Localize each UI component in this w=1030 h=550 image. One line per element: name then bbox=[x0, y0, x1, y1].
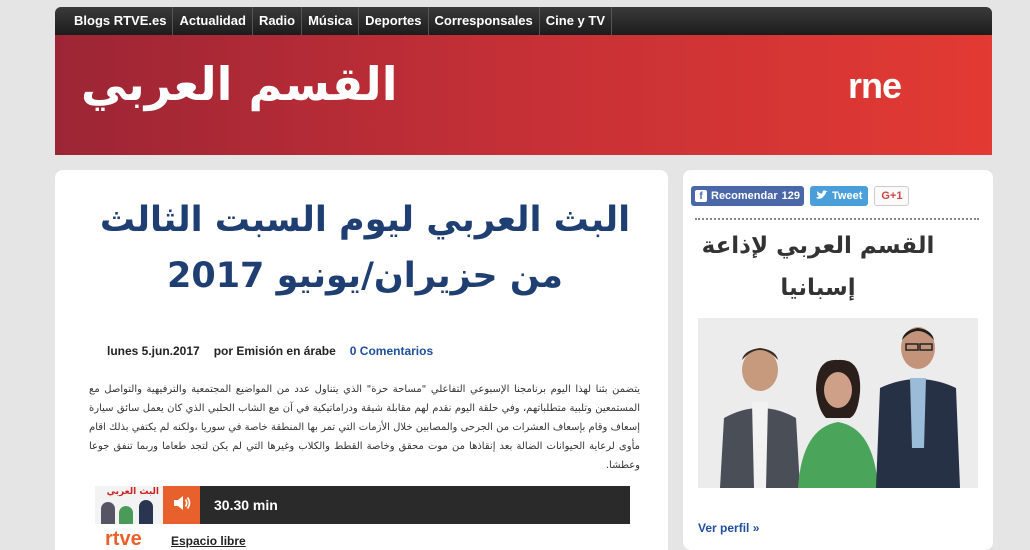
post-meta: lunes 5.jun.2017 por Emisión en árabe 0 … bbox=[107, 344, 433, 358]
view-profile-link[interactable]: Ver perfil » bbox=[698, 521, 759, 535]
nav-item-musica[interactable]: Música bbox=[302, 7, 360, 35]
thumbnail-person bbox=[101, 502, 115, 524]
facebook-count: 129 bbox=[781, 190, 800, 202]
blog-title[interactable]: القسم العربي bbox=[81, 57, 481, 111]
speaker-icon bbox=[172, 494, 192, 516]
google-plus-button[interactable]: G+1 bbox=[874, 186, 910, 206]
player-bar: 30.30 min bbox=[163, 486, 630, 524]
audio-duration: 30.30 min bbox=[214, 497, 278, 513]
nav-item-blogs[interactable]: Blogs RTVE.es bbox=[67, 7, 174, 35]
google-plus-label: G+1 bbox=[881, 190, 903, 202]
team-photo bbox=[698, 318, 978, 488]
nav-item-radio[interactable]: Radio bbox=[253, 7, 303, 35]
rtve-logo[interactable]: rtve bbox=[105, 528, 142, 550]
social-share-buttons: f Recomendar 129 Tweet G+1 bbox=[691, 186, 910, 206]
thumbnail-person bbox=[119, 506, 133, 524]
nav-item-corresponsales[interactable]: Corresponsales bbox=[429, 7, 540, 35]
post-author: por Emisión en árabe bbox=[213, 344, 336, 358]
tweet-label: Tweet bbox=[832, 190, 863, 202]
blog-banner[interactable]: القسم العربي rne bbox=[55, 35, 992, 155]
top-navigation: Blogs RTVE.es Actualidad Radio Música De… bbox=[55, 7, 992, 35]
play-button[interactable] bbox=[163, 486, 200, 524]
facebook-recommend-button[interactable]: f Recomendar 129 bbox=[691, 186, 804, 206]
nav-item-deportes[interactable]: Deportes bbox=[359, 7, 429, 35]
post-date: lunes 5.jun.2017 bbox=[107, 344, 200, 358]
thumbnail-label: البث العربي bbox=[106, 487, 159, 497]
nav-item-actualidad[interactable]: Actualidad bbox=[173, 7, 253, 35]
tweet-button[interactable]: Tweet bbox=[810, 186, 869, 206]
rne-logo[interactable]: rne bbox=[848, 65, 902, 107]
sidebar-divider bbox=[695, 218, 979, 220]
twitter-icon bbox=[816, 189, 828, 203]
nav-item-cine-tv[interactable]: Cine y TV bbox=[540, 7, 613, 35]
sidebar-title: القسم العربي لإذاعة إسبانيا bbox=[701, 233, 935, 301]
thumbnail-person bbox=[139, 500, 153, 524]
comments-link[interactable]: 0 Comentarios bbox=[350, 344, 433, 358]
team-photo-illustration bbox=[698, 318, 978, 488]
program-link[interactable]: Espacio libre bbox=[171, 534, 246, 548]
post-excerpt: يتضمن بثنا لهذا اليوم برنامجنا الإسبوعي … bbox=[89, 384, 640, 471]
facebook-label: Recomendar bbox=[711, 190, 778, 202]
sidebar: f Recomendar 129 Tweet G+1 القسم العربي … bbox=[683, 170, 993, 550]
program-thumbnail[interactable]: البث العربي bbox=[95, 486, 163, 524]
audio-player: البث العربي 30.30 min bbox=[95, 486, 630, 524]
facebook-icon: f bbox=[695, 190, 707, 202]
post-title[interactable]: البث العربي ليوم السبت الثالث من حزيران/… bbox=[85, 192, 645, 304]
post-container: البث العربي ليوم السبت الثالث من حزيران/… bbox=[55, 170, 668, 550]
